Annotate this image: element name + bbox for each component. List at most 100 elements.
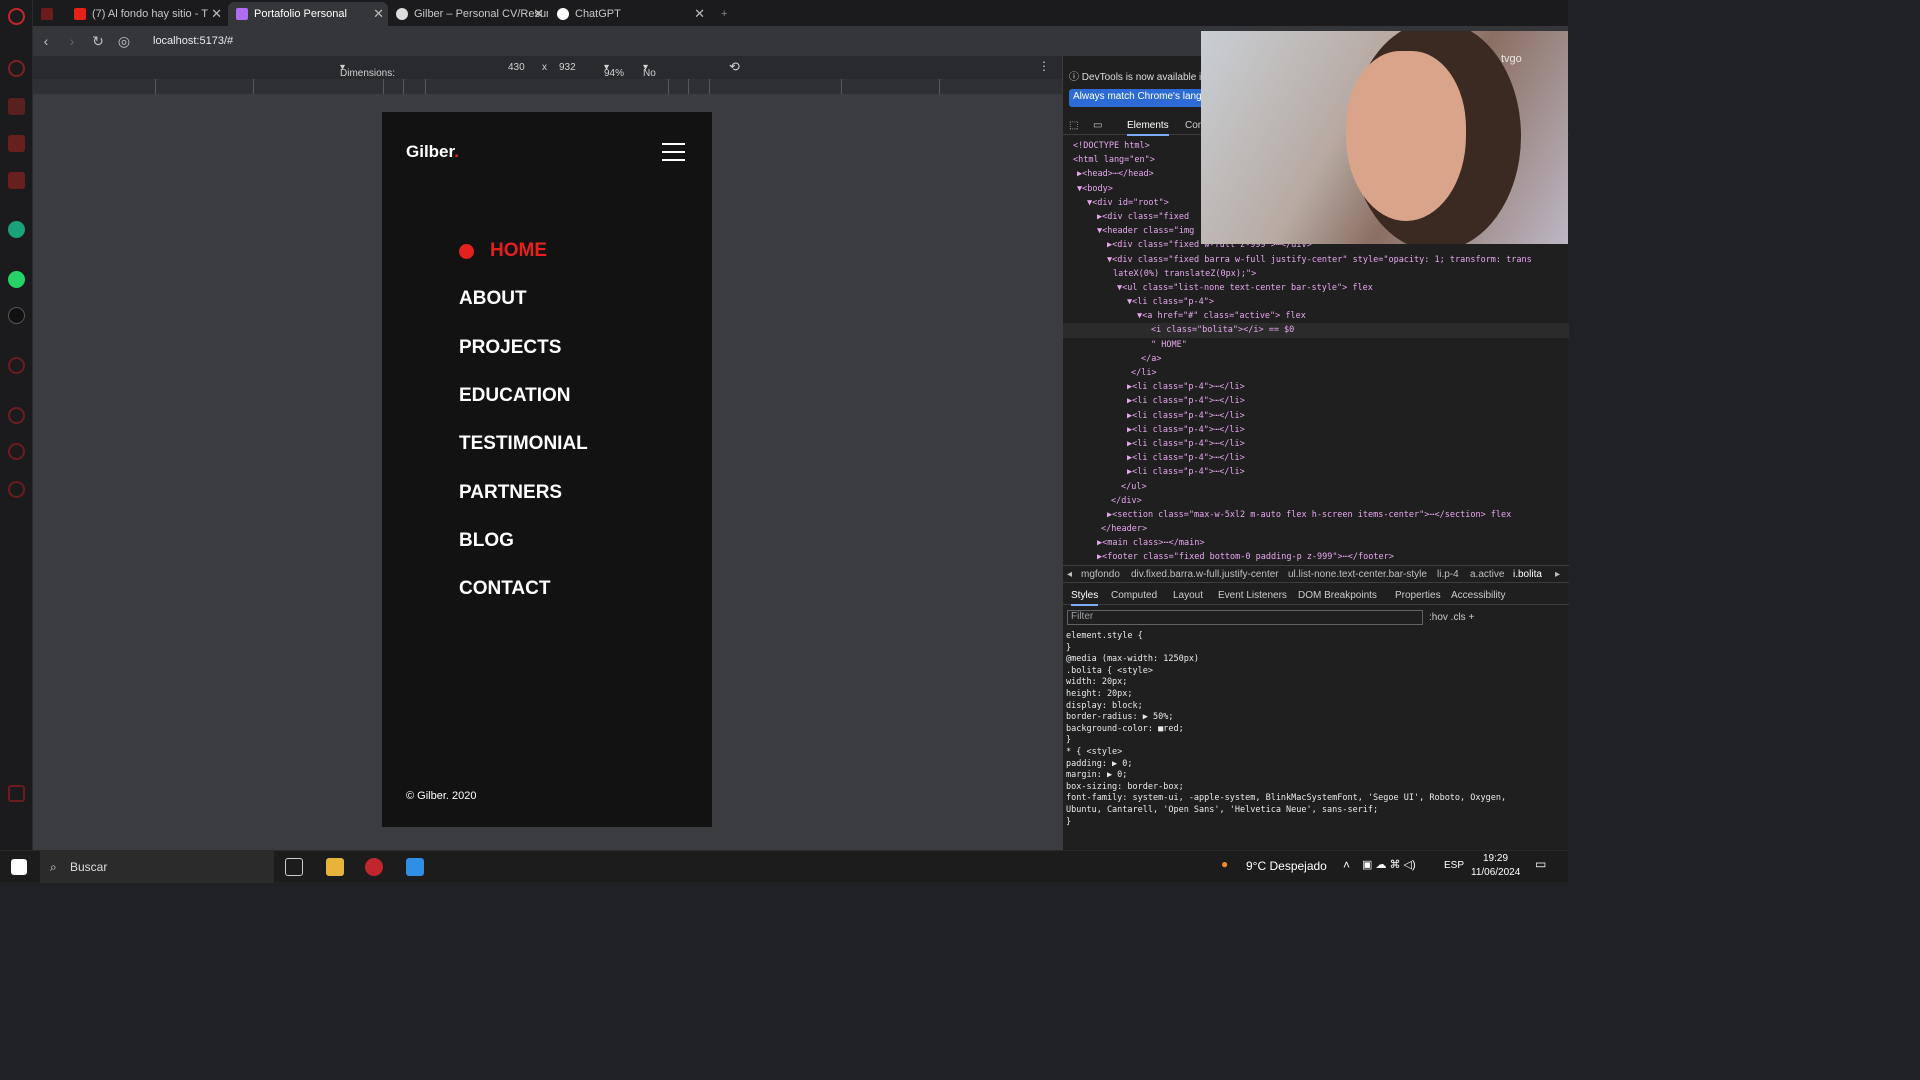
tab-event-listeners[interactable]: Event Listeners <box>1218 590 1287 601</box>
device-toggle-icon[interactable]: ▭ <box>1093 120 1102 131</box>
dom-node-line[interactable]: ▼<a href="#" class="active"> flex <box>1063 309 1569 323</box>
css-rules[interactable]: element.style {} @media (max-width: 1250p… <box>1066 631 1562 828</box>
nav-item-blog[interactable]: BLOG <box>459 517 588 565</box>
rotate-icon[interactable]: ⟲ <box>729 59 740 75</box>
nav-item-education[interactable]: EDUCATION <box>459 372 588 420</box>
breadcrumb-item[interactable]: li.p-4 <box>1437 569 1459 580</box>
aria-icon[interactable] <box>8 60 25 77</box>
breadcrumb-item[interactable]: div.fixed.barra.w-full.justify-center <box>1131 569 1279 580</box>
tab-elements[interactable]: Elements <box>1127 120 1169 136</box>
height-input[interactable]: 932 <box>559 62 576 73</box>
more-options-icon[interactable]: ⋮ <box>1038 59 1050 73</box>
file-explorer-icon[interactable] <box>326 858 344 876</box>
dom-node-line[interactable]: ▶<section class="max-w-5xl2 m-auto flex … <box>1063 508 1569 522</box>
tab-properties[interactable]: Properties <box>1395 590 1441 601</box>
vk-icon[interactable] <box>8 172 25 189</box>
styles-filter-input[interactable]: Filter <box>1067 610 1423 625</box>
new-tab-button[interactable]: + <box>713 2 733 26</box>
nav-item-contact[interactable]: CONTACT <box>459 565 588 613</box>
hamburger-menu-icon[interactable] <box>662 143 685 167</box>
tab-computed[interactable]: Computed <box>1111 590 1157 601</box>
tab-youtube[interactable]: (7) Al fondo hay sitio - T ✕ <box>66 2 226 26</box>
dom-node-line[interactable]: lateX(0%) translateZ(0px);"> <box>1063 267 1569 281</box>
clock-date[interactable]: 11/06/2024 <box>1471 867 1520 878</box>
nav-item-partners[interactable]: PARTNERS <box>459 468 588 516</box>
dom-node-line[interactable]: </ul> <box>1063 480 1569 494</box>
breadcrumb-scroll-right-icon[interactable]: ▸ <box>1555 569 1560 580</box>
messenger-icon[interactable] <box>8 135 25 152</box>
opera-icon[interactable] <box>8 8 25 25</box>
player-icon[interactable] <box>8 357 25 374</box>
dom-node-line[interactable]: ▼<ul class="list-none text-center bar-st… <box>1063 281 1569 295</box>
close-tab-icon[interactable]: ✕ <box>373 6 384 22</box>
tray-icons[interactable]: ▣ ☁ ⌘ ◁) <box>1362 858 1416 871</box>
nav-item-projects[interactable]: PROJECTS <box>459 324 588 372</box>
breadcrumb-item[interactable]: ul.list-none.text-center.bar-style <box>1288 569 1427 580</box>
breadcrumb-scroll-left-icon[interactable]: ◂ <box>1067 569 1072 580</box>
sidebar-toggle-icon[interactable] <box>8 785 25 802</box>
close-tab-icon[interactable]: ✕ <box>211 6 222 22</box>
nav-item-testimonial[interactable]: TESTIMONIAL <box>459 420 588 468</box>
width-input[interactable]: 430 <box>508 62 525 73</box>
whatsapp-icon[interactable] <box>8 271 25 288</box>
breadcrumb-item[interactable]: mgfondo <box>1081 569 1120 580</box>
tab-styles[interactable]: Styles <box>1071 590 1099 606</box>
url-field[interactable]: localhost:5173/# <box>153 35 233 47</box>
tab-accessibility[interactable]: Accessibility <box>1451 590 1505 601</box>
dom-node-line[interactable]: ▼<li class="p-4"> <box>1063 295 1569 309</box>
dom-node-line[interactable]: ▶<li class="p-4">⋯</li> <box>1063 465 1569 479</box>
breadcrumb-item[interactable]: a.active <box>1470 569 1504 580</box>
windows-start-icon[interactable] <box>11 859 27 875</box>
dom-node-line[interactable]: ▶<li class="p-4">⋯</li> <box>1063 409 1569 423</box>
match-language-button[interactable]: Always match Chrome's langu <box>1069 89 1212 107</box>
close-tab-icon[interactable]: ✕ <box>694 6 705 22</box>
notifications-icon[interactable]: ▭ <box>1535 857 1546 871</box>
tab-gilber[interactable]: Gilber – Personal CV/Resum ✕ <box>388 2 548 26</box>
site-logo[interactable]: Gilber. <box>406 142 459 162</box>
dom-node-line[interactable]: ▶<li class="p-4">⋯</li> <box>1063 394 1569 408</box>
media-query-ruler[interactable] <box>33 79 1062 95</box>
tab-chatgpt[interactable]: ChatGPT ✕ <box>549 2 709 26</box>
clock-time[interactable]: 19:29 <box>1483 853 1508 864</box>
zoom-select[interactable]: 94% ▾ <box>604 62 624 79</box>
task-view-icon[interactable] <box>285 858 303 876</box>
throttling-select[interactable]: No throttling ▾ <box>643 62 681 90</box>
dom-node-line[interactable]: ▼<div class="fixed barra w-full justify-… <box>1063 253 1569 267</box>
reload-icon[interactable]: ↻ <box>85 33 111 50</box>
dom-node-line[interactable]: ▶<li class="p-4">⋯</li> <box>1063 437 1569 451</box>
history-icon[interactable] <box>8 407 25 424</box>
vscode-icon[interactable] <box>406 858 424 876</box>
taskbar-search[interactable]: ⌕ Buscar <box>40 851 274 883</box>
tiktok-icon[interactable] <box>8 307 25 324</box>
bag-icon[interactable] <box>8 98 25 115</box>
dom-node-line[interactable]: ▶<li class="p-4">⋯</li> <box>1063 423 1569 437</box>
language-indicator[interactable]: ESP <box>1444 860 1464 871</box>
settings-icon[interactable] <box>8 481 25 498</box>
back-icon[interactable]: ‹ <box>33 33 59 49</box>
opera-taskbar-icon[interactable] <box>365 858 383 876</box>
dom-node-line[interactable]: ▶<li class="p-4">⋯</li> <box>1063 380 1569 394</box>
close-tab-icon[interactable]: ✕ <box>533 6 544 22</box>
box-icon[interactable] <box>8 443 25 460</box>
tray-chevron-icon[interactable]: ˄ <box>1343 858 1350 872</box>
chatgpt-icon[interactable] <box>8 221 25 238</box>
mail-tab[interactable] <box>33 2 63 26</box>
dom-node-line[interactable]: </div> <box>1063 494 1569 508</box>
video-overlay[interactable]: tvgo <box>1201 31 1568 244</box>
inspect-icon[interactable]: ⬚ <box>1069 120 1078 131</box>
site-info-icon[interactable]: ◎ <box>111 33 137 50</box>
dom-node-line[interactable]: </a> <box>1063 352 1569 366</box>
device-select[interactable]: Dimensions: iPhone 14 Pro Max ▾ <box>340 62 395 101</box>
dom-node-line[interactable]: ▶<main class>⋯</main> <box>1063 536 1569 550</box>
weather-text[interactable]: 9°C Despejado <box>1246 859 1327 873</box>
styles-filter-tools[interactable]: :hov .cls + <box>1429 612 1474 623</box>
nav-item-about[interactable]: ABOUT <box>459 275 588 323</box>
forward-icon[interactable]: › <box>59 33 85 49</box>
dom-node-line[interactable]: ▶<footer class="fixed bottom-0 padding-p… <box>1063 550 1569 564</box>
tab-dom-breakpoints[interactable]: DOM Breakpoints <box>1298 590 1377 601</box>
tab-portafolio[interactable]: Portafolio Personal ✕ <box>228 2 388 26</box>
dom-node-line[interactable]: </header> <box>1063 522 1569 536</box>
nav-item-home[interactable]: HOME <box>459 227 588 275</box>
dom-node-line[interactable]: " HOME" <box>1063 338 1569 352</box>
dom-node-line[interactable]: </li> <box>1063 366 1569 380</box>
